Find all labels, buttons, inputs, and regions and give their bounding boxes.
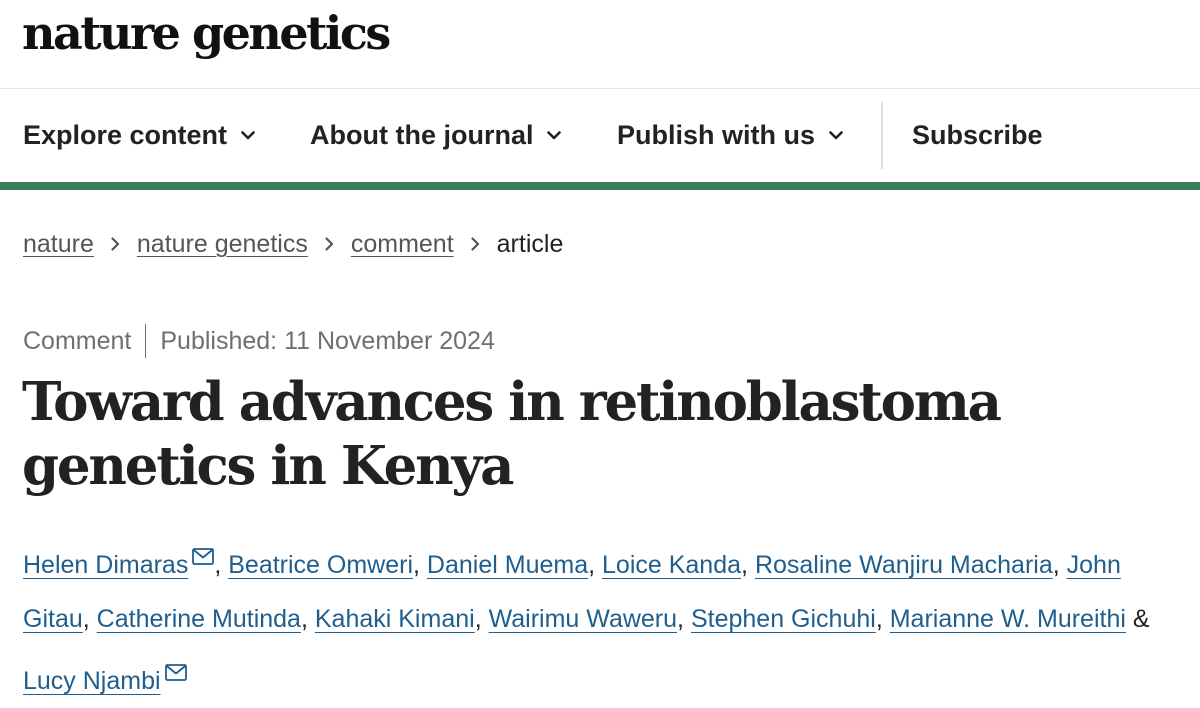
author-entry: Wairimu Waweru bbox=[489, 605, 677, 633]
author-link[interactable]: Wairimu Waweru bbox=[489, 605, 677, 633]
author-link[interactable]: Catherine Mutinda bbox=[97, 605, 301, 633]
author-link[interactable]: Kahaki Kimani bbox=[315, 605, 475, 633]
journal-logo[interactable]: nature genetics bbox=[22, 6, 391, 60]
author-link[interactable]: Marianne W. Mureithi bbox=[890, 605, 1126, 633]
nav-explore-content[interactable]: Explore content bbox=[23, 89, 255, 182]
article-title: Toward advances in retinoblastoma geneti… bbox=[22, 371, 1002, 497]
nav-publish-with-us[interactable]: Publish with us bbox=[617, 89, 843, 182]
author-link[interactable]: Helen Dimaras bbox=[23, 551, 188, 579]
nav-about-the-journal[interactable]: About the journal bbox=[310, 89, 562, 182]
breadcrumb-comment[interactable]: comment bbox=[351, 230, 454, 259]
subscribe-link[interactable]: Subscribe bbox=[912, 89, 1043, 182]
author-separator: , bbox=[1052, 551, 1067, 579]
meta-divider bbox=[145, 324, 147, 358]
author-link[interactable]: Rosaline Wanjiru Macharia bbox=[755, 551, 1053, 579]
chevron-right-icon bbox=[471, 237, 480, 251]
nav-divider bbox=[881, 102, 883, 169]
author-entry: Stephen Gichuhi bbox=[691, 605, 876, 633]
nav-item-label: Publish with us bbox=[617, 120, 816, 150]
author-entry: Rosaline Wanjiru Macharia bbox=[755, 551, 1053, 579]
chevron-down-icon bbox=[547, 131, 562, 140]
author-separator: & bbox=[1125, 605, 1150, 633]
author-separator: , bbox=[741, 551, 755, 579]
author-separator: , bbox=[677, 605, 691, 633]
author-entry: Lucy Njambi bbox=[23, 664, 187, 695]
chevron-down-icon bbox=[829, 131, 843, 140]
nav-item-label: Explore content bbox=[23, 120, 228, 150]
author-separator: , bbox=[413, 551, 427, 579]
author-entry: Beatrice Omweri bbox=[228, 551, 413, 579]
author-separator: , bbox=[82, 605, 97, 633]
breadcrumb: nature nature genetics comment article bbox=[23, 226, 563, 262]
author-entry: Catherine Mutinda bbox=[97, 605, 301, 633]
author-separator: , bbox=[474, 605, 489, 633]
author-entry: Helen Dimaras bbox=[23, 548, 215, 579]
email-icon[interactable] bbox=[164, 646, 187, 700]
nav-item-label: About the journal bbox=[310, 120, 534, 150]
article-meta: Comment Published: 11 November 2024 bbox=[23, 324, 495, 358]
author-separator: , bbox=[588, 551, 603, 579]
author-separator: , bbox=[300, 605, 315, 633]
author-link[interactable]: Stephen Gichuhi bbox=[691, 605, 876, 633]
author-list: Helen Dimaras, Beatrice Omweri, Daniel M… bbox=[23, 530, 1183, 708]
author-entry: Daniel Muema bbox=[427, 551, 588, 579]
author-link[interactable]: Loice Kanda bbox=[602, 551, 741, 579]
chevron-right-icon bbox=[325, 237, 334, 251]
chevron-right-icon bbox=[111, 237, 120, 251]
main-nav: Explore content About the journal Publis… bbox=[0, 89, 1200, 182]
breadcrumb-nature[interactable]: nature bbox=[23, 230, 94, 259]
author-entry: Loice Kanda bbox=[602, 551, 741, 579]
author-link[interactable]: Lucy Njambi bbox=[23, 667, 161, 695]
author-entry: Kahaki Kimani bbox=[315, 605, 475, 633]
breadcrumb-nature-genetics[interactable]: nature genetics bbox=[137, 230, 308, 259]
author-link[interactable]: Daniel Muema bbox=[427, 551, 588, 579]
breadcrumb-current: article bbox=[496, 229, 564, 258]
email-icon[interactable] bbox=[192, 530, 215, 584]
accent-bar bbox=[0, 182, 1200, 190]
author-entry: Marianne W. Mureithi bbox=[890, 605, 1126, 633]
article-type: Comment bbox=[23, 326, 132, 355]
chevron-down-icon bbox=[241, 131, 255, 140]
author-separator: , bbox=[875, 605, 890, 633]
site-header: nature genetics bbox=[0, 0, 1200, 89]
author-separator: , bbox=[214, 551, 229, 579]
author-link[interactable]: Beatrice Omweri bbox=[228, 551, 413, 579]
published-date: Published: 11 November 2024 bbox=[160, 326, 495, 355]
